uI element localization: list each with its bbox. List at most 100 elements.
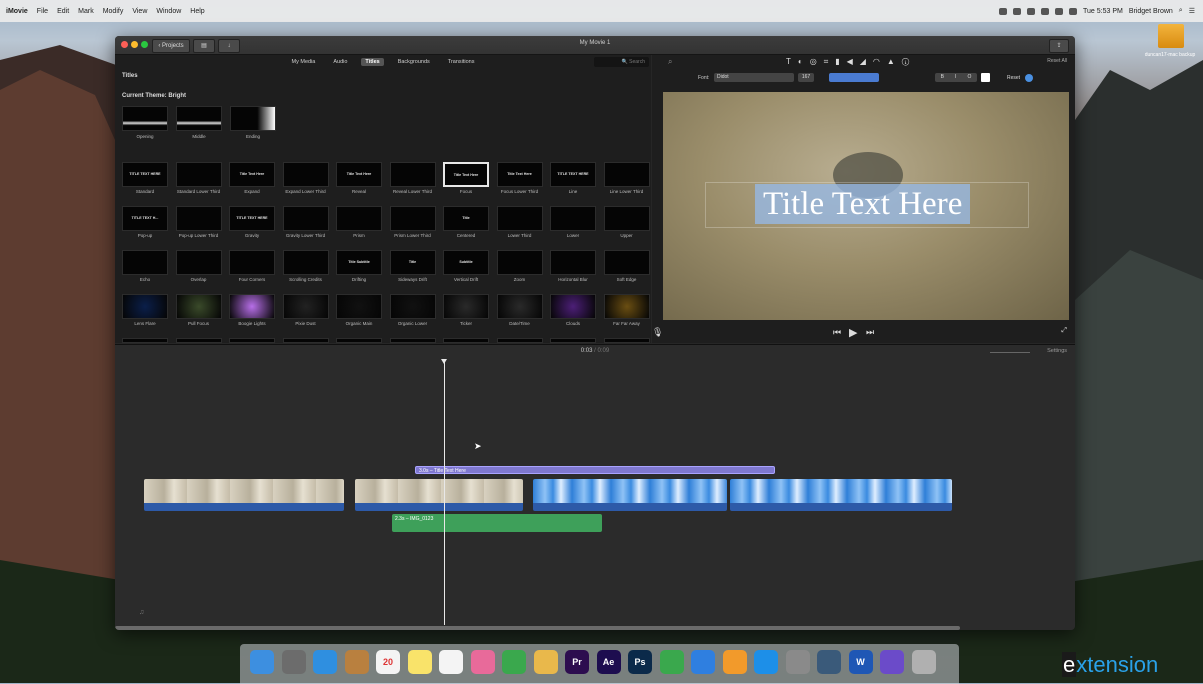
- play-icon[interactable]: ▶: [849, 326, 857, 339]
- tab-transitions[interactable]: Transitions: [444, 58, 479, 66]
- title-tile[interactable]: [282, 338, 329, 343]
- menu-view[interactable]: View: [132, 8, 147, 15]
- title-tile[interactable]: [443, 338, 489, 343]
- spotlight-icon[interactable]: ⌕: [1179, 7, 1183, 15]
- share-icon[interactable]: ⇪: [1049, 39, 1069, 53]
- title-tile[interactable]: TITLE TEXT HERE: [550, 162, 596, 187]
- adjust-tools-icon[interactable]: T◐◎⌗▮◀◢◠▲ⓘ: [786, 57, 916, 67]
- outline-button[interactable]: O: [968, 73, 972, 82]
- title-tile[interactable]: [282, 294, 329, 319]
- tab-backgrounds[interactable]: Backgrounds: [394, 58, 434, 66]
- title-clip[interactable]: 3.0s – Title Text Here: [415, 466, 775, 474]
- menu-mark[interactable]: Mark: [78, 8, 94, 15]
- title-tile[interactable]: [496, 338, 543, 343]
- tab-my-media[interactable]: My Media: [288, 58, 320, 66]
- title-tile[interactable]: [175, 294, 222, 319]
- reset-all-button[interactable]: Reset All: [1047, 58, 1067, 64]
- title-tile[interactable]: [122, 294, 168, 319]
- photoshop-icon[interactable]: Ps: [628, 650, 652, 674]
- bluetooth-icon[interactable]: [1041, 7, 1049, 15]
- photos-icon[interactable]: [470, 650, 495, 674]
- menubar-user[interactable]: Bridget Brown: [1129, 8, 1173, 15]
- launchpad-icon[interactable]: [281, 650, 306, 674]
- italic-button[interactable]: I: [955, 73, 956, 82]
- finder-icon[interactable]: [250, 650, 274, 674]
- title-tile[interactable]: [336, 206, 382, 231]
- title-tile[interactable]: [389, 338, 436, 343]
- title-tile[interactable]: [122, 338, 168, 343]
- title-tile[interactable]: [496, 206, 543, 231]
- menu-window[interactable]: Window: [156, 8, 181, 15]
- preview-icon[interactable]: [533, 650, 558, 674]
- title-tile[interactable]: [336, 294, 382, 319]
- skip-forward-icon[interactable]: ⏭: [866, 327, 874, 338]
- status-icon[interactable]: [1027, 7, 1035, 15]
- video-clip[interactable]: [730, 479, 952, 511]
- title-tile[interactable]: [603, 294, 650, 319]
- menu-file[interactable]: File: [37, 8, 48, 15]
- title-tile[interactable]: [443, 294, 489, 319]
- style-buttons[interactable]: B I O: [935, 73, 977, 82]
- imovie-icon[interactable]: [880, 650, 904, 674]
- menu-app[interactable]: iMovie: [6, 8, 28, 15]
- color-swatch[interactable]: [981, 73, 990, 82]
- numbers-icon[interactable]: [659, 650, 684, 674]
- title-tile[interactable]: [603, 162, 650, 187]
- theme-tile-middle[interactable]: [176, 106, 222, 131]
- wifi-icon[interactable]: [1055, 7, 1063, 15]
- title-tile[interactable]: [229, 338, 275, 343]
- timeline-scrollbar[interactable]: [115, 626, 960, 630]
- settings-icon[interactable]: [785, 650, 810, 674]
- tab-titles[interactable]: Titles: [361, 58, 384, 66]
- title-tile[interactable]: Title Text Here: [496, 162, 543, 187]
- title-tile[interactable]: TITLE TEXT H...: [122, 206, 168, 231]
- timeline-settings[interactable]: Settings: [1047, 348, 1067, 354]
- facetime-icon[interactable]: [502, 650, 526, 674]
- title-tile[interactable]: [282, 250, 329, 275]
- bold-button[interactable]: B: [941, 73, 944, 82]
- external-disk-icon[interactable]: [1158, 24, 1184, 48]
- apply-check-icon[interactable]: [1025, 74, 1033, 82]
- ibooks-icon[interactable]: [722, 650, 747, 674]
- title-tile[interactable]: [496, 250, 543, 275]
- title-tile[interactable]: [496, 294, 543, 319]
- menubar-clock[interactable]: Tue 5:53 PM: [1083, 8, 1123, 15]
- status-icon[interactable]: [999, 7, 1007, 15]
- title-tile[interactable]: [175, 206, 222, 231]
- title-tile[interactable]: Title Text Here: [443, 162, 489, 187]
- theme-tile-ending[interactable]: [230, 106, 276, 131]
- menu-modify[interactable]: Modify: [103, 8, 124, 15]
- aftereffects-icon[interactable]: Ae: [596, 650, 621, 674]
- magnifier-icon[interactable]: ⌕: [668, 57, 672, 67]
- title-tile[interactable]: [122, 250, 168, 275]
- status-icon[interactable]: [1013, 7, 1021, 15]
- theme-tile-opening[interactable]: [122, 106, 168, 131]
- alignment-buttons[interactable]: [829, 73, 879, 82]
- flag-icon[interactable]: [1069, 7, 1077, 15]
- title-tile[interactable]: [603, 206, 650, 231]
- calendar-icon[interactable]: 20: [376, 650, 400, 674]
- viewer-title-text[interactable]: Title Text Here: [755, 184, 971, 224]
- title-tile[interactable]: TITLE TEXT HERE: [122, 162, 168, 187]
- title-tile[interactable]: [389, 294, 436, 319]
- title-tile[interactable]: [175, 250, 222, 275]
- title-tile[interactable]: [550, 338, 596, 343]
- search-input[interactable]: 🔍 Search: [594, 57, 649, 67]
- title-tile[interactable]: Subtitle: [443, 250, 489, 275]
- audio-meter-icon[interactable]: ♫: [139, 609, 144, 616]
- title-tile[interactable]: [603, 338, 650, 343]
- font-size-field[interactable]: 167: [798, 73, 814, 82]
- keynote-icon[interactable]: [691, 650, 715, 674]
- microphone-icon[interactable]: 🎙: [652, 327, 663, 338]
- title-tile[interactable]: [175, 338, 222, 343]
- title-tile[interactable]: TITLE TEXT HERE: [229, 206, 275, 231]
- title-tile[interactable]: Title Text Here: [336, 162, 382, 187]
- video-clip[interactable]: [533, 479, 727, 511]
- title-tile[interactable]: [282, 206, 329, 231]
- video-clip[interactable]: [144, 479, 344, 511]
- fullscreen-icon[interactable]: ⤢: [1061, 327, 1067, 335]
- appstore-icon[interactable]: [754, 650, 778, 674]
- menu-edit[interactable]: Edit: [57, 8, 69, 15]
- zoom-slider[interactable]: [990, 352, 1030, 353]
- notes-icon[interactable]: [407, 650, 432, 674]
